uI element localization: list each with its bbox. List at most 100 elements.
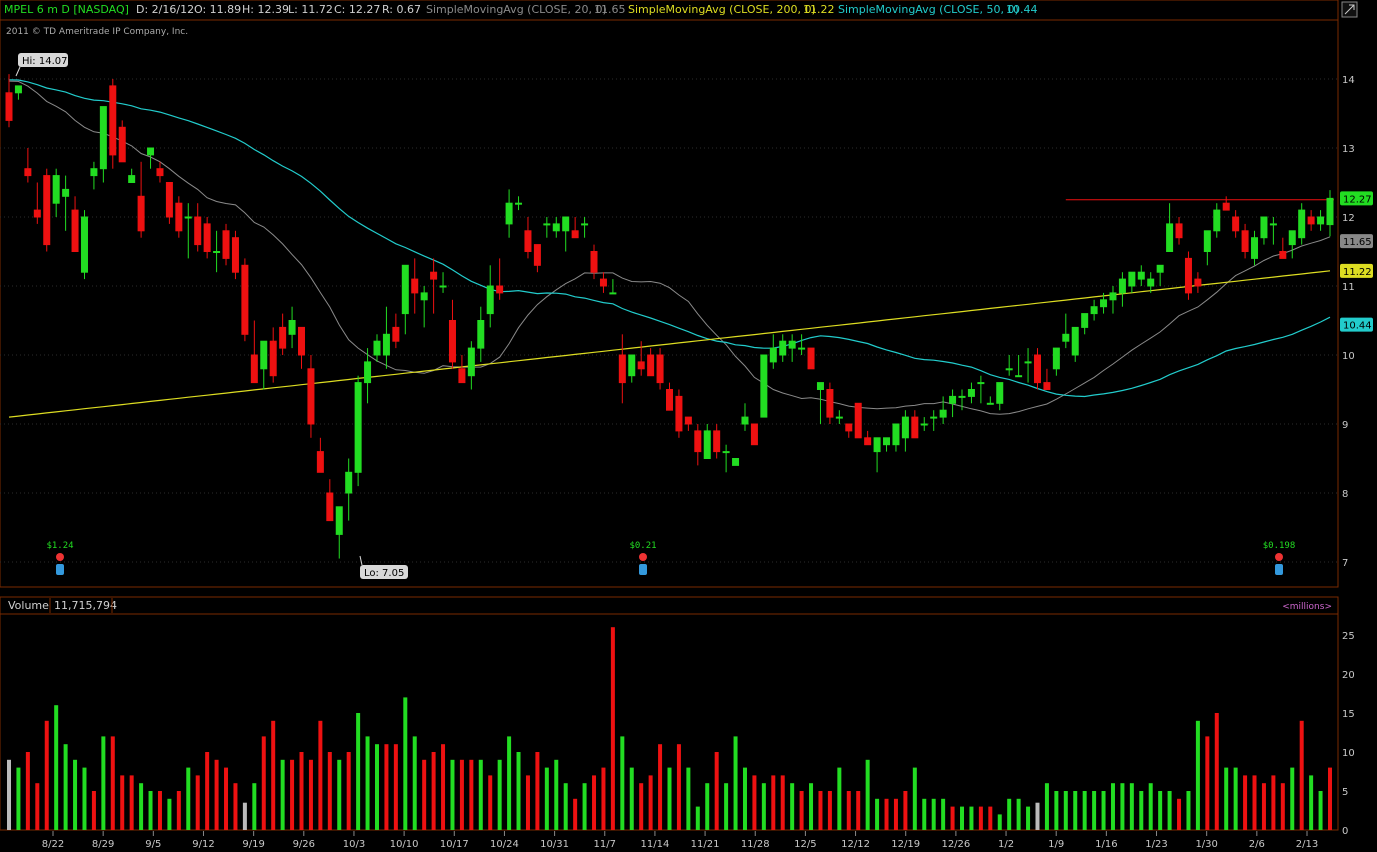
candle	[345, 458, 353, 521]
volume-bar	[337, 759, 342, 830]
volume-bar	[73, 759, 78, 830]
volume-tick-label: 25	[1342, 631, 1355, 642]
candle	[1090, 299, 1098, 321]
candle	[354, 375, 362, 487]
dividend-marker[interactable]: $1.24	[46, 541, 74, 575]
volume-bar	[931, 798, 936, 830]
price-tick-label: 7	[1342, 558, 1348, 569]
candle	[732, 458, 740, 466]
volume-bar	[629, 767, 634, 830]
volume-title: Volume	[8, 599, 49, 612]
volume-bar	[120, 775, 125, 830]
volume-panel[interactable]: Volume 11,715,794 <millions> 0 5 10 15 20 25	[0, 596, 1355, 837]
candle	[883, 437, 891, 452]
candle	[1203, 230, 1211, 266]
candle-body	[260, 340, 268, 370]
candle	[496, 258, 504, 300]
volume-bar	[1318, 791, 1323, 830]
volume-bar	[1101, 791, 1106, 830]
date-tick-label: 1/2	[998, 839, 1014, 850]
volume-bar	[714, 752, 719, 830]
hi-label: Hi: 14.07	[22, 56, 67, 67]
volume-bar	[592, 775, 597, 830]
candle	[505, 189, 513, 238]
maximize-button[interactable]	[1341, 1, 1358, 18]
dividend-marker[interactable]: $0.198	[1263, 541, 1296, 575]
candle-body	[854, 402, 862, 439]
date-tick-label: 12/19	[891, 839, 920, 850]
candle-body	[656, 354, 664, 384]
volume-bar	[676, 744, 681, 830]
candle-body	[958, 395, 966, 398]
volume-bar	[327, 752, 332, 830]
sma200-label[interactable]: SimpleMovingAvg (CLOSE, 200, 0)	[628, 3, 816, 16]
date-tick-label: 10/17	[440, 839, 469, 850]
sma200-badge-text: 11.22	[1343, 267, 1372, 278]
volume-bar	[856, 791, 861, 830]
candle	[977, 375, 985, 404]
last-price-badge-text: 12.27	[1343, 194, 1372, 205]
volume-bar	[1243, 775, 1248, 830]
candle	[392, 313, 400, 349]
candle-body	[298, 326, 306, 356]
volume-bar	[1082, 791, 1087, 830]
candle-body	[52, 175, 60, 204]
sma20-label[interactable]: SimpleMovingAvg (CLOSE, 20, 0)	[426, 3, 607, 16]
candle	[1279, 237, 1287, 259]
candle-body	[175, 202, 183, 232]
volume-bar	[1120, 783, 1125, 830]
candle-body	[401, 264, 409, 315]
volume-bar	[412, 736, 417, 830]
volume-bar	[422, 759, 427, 830]
dividend-amount: $0.198	[1263, 541, 1296, 551]
candle	[1260, 216, 1268, 245]
candle	[118, 120, 126, 163]
candle-body	[118, 126, 126, 163]
dividend-marker[interactable]: $0.21	[629, 541, 657, 575]
candle	[80, 210, 88, 280]
date-tick-label: 11/28	[741, 839, 770, 850]
volume-bar	[167, 798, 172, 830]
volume-bar	[837, 767, 842, 830]
volume-bar	[403, 697, 408, 830]
candle	[5, 74, 13, 128]
candle	[1043, 368, 1051, 391]
price-tick-label: 12	[1342, 213, 1355, 224]
symbol-label[interactable]: MPEL 6 m D [NASDAQ]	[4, 3, 129, 16]
candle	[231, 230, 239, 280]
volume-bar	[82, 767, 87, 830]
volume-bar	[261, 736, 266, 830]
volume-bar	[639, 783, 644, 830]
price-grid	[0, 78, 1338, 563]
candle	[430, 258, 438, 314]
date-tick-label: 11/7	[594, 839, 616, 850]
volume-bar	[186, 767, 191, 830]
candle	[33, 182, 41, 224]
price-tick-label: 13	[1342, 144, 1355, 155]
sma50-label[interactable]: SimpleMovingAvg (CLOSE, 50, 0)	[838, 3, 1019, 16]
candle	[307, 355, 315, 438]
candle-body	[571, 230, 579, 239]
candle	[165, 182, 173, 224]
candle-body	[307, 368, 315, 425]
dividend-icon	[56, 553, 64, 561]
volume-bar	[1016, 798, 1021, 830]
candle	[930, 410, 938, 431]
copyright-text: 2011 © TD Ameritrade IP Company, Inc.	[6, 27, 188, 37]
candle	[194, 203, 202, 252]
candle-body	[213, 251, 221, 253]
low-readout: L: 11.72	[288, 3, 333, 16]
candle	[1156, 264, 1164, 286]
date-tick-label: 1/30	[1195, 839, 1217, 850]
candle	[382, 306, 390, 369]
volume-bar	[233, 783, 238, 830]
candle	[411, 258, 419, 314]
candle-body	[1005, 368, 1013, 371]
volume-bar	[761, 783, 766, 830]
candle	[656, 348, 664, 390]
candle	[316, 437, 324, 473]
candle	[1175, 217, 1183, 245]
price-panel[interactable]: 7 8 9 10 11 12 13 14 Hi: 14.07 Lo: 7.05 $1.24 $0.2…	[0, 19, 1373, 588]
candle-body	[1052, 347, 1060, 370]
candle-body	[1194, 278, 1202, 287]
